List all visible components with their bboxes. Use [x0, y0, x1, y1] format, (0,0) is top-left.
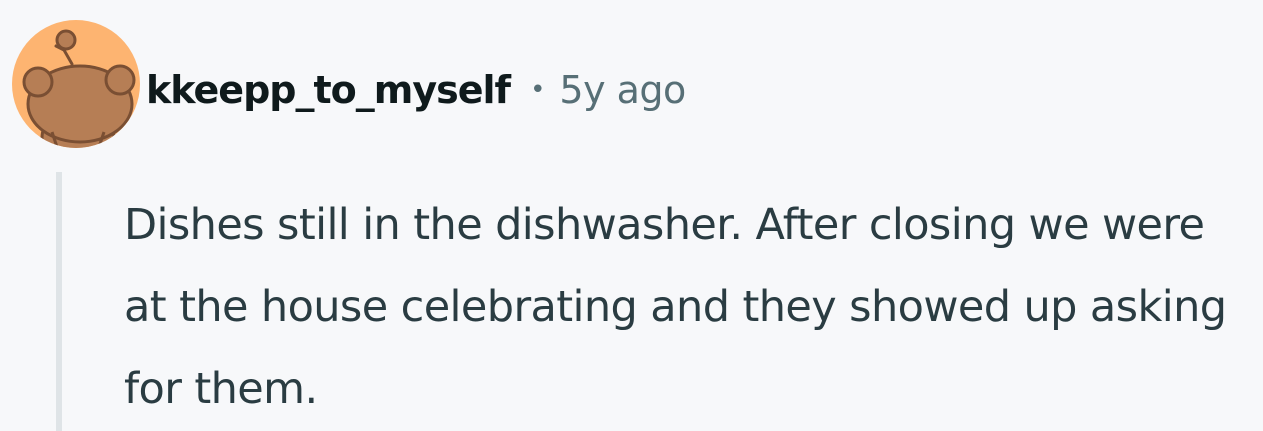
comment-header: kkeepp_to_myself • 5y ago	[146, 62, 686, 118]
username-link[interactable]: kkeepp_to_myself	[146, 68, 511, 112]
thread-line[interactable]	[56, 172, 62, 431]
snoo-avatar-icon	[22, 29, 136, 148]
comment: kkeepp_to_myself • 5y ago Dishes still i…	[0, 0, 1263, 431]
comment-timestamp[interactable]: 5y ago	[559, 68, 686, 112]
meta-separator: •	[530, 75, 546, 105]
comment-body: Dishes still in the dishwasher. After cl…	[124, 200, 1227, 414]
user-avatar[interactable]	[12, 20, 140, 148]
